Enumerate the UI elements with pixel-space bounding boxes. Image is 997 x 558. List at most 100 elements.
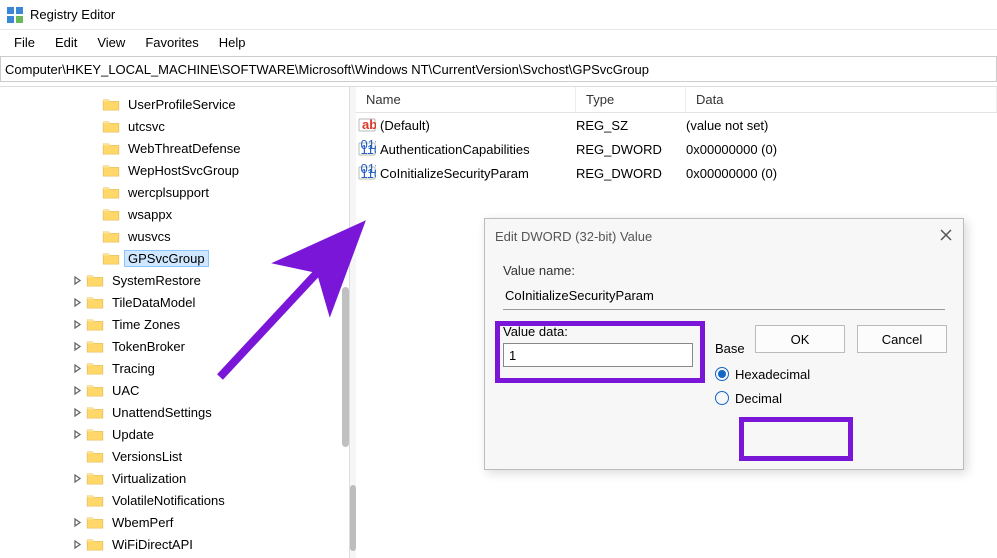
menu-edit[interactable]: Edit <box>45 32 87 53</box>
ok-button[interactable]: OK <box>755 325 845 353</box>
address-bar[interactable] <box>0 56 997 82</box>
tree-item-label[interactable]: Time Zones <box>108 316 184 333</box>
folder-icon <box>86 492 104 508</box>
folder-icon <box>86 404 104 420</box>
tree-item-label[interactable]: UnattendSettings <box>108 404 216 421</box>
tree-item[interactable]: UserProfileService <box>0 93 349 115</box>
tree-item-label[interactable]: Update <box>108 426 158 443</box>
cancel-button[interactable]: Cancel <box>857 325 947 353</box>
dialog-title-bar[interactable]: Edit DWORD (32-bit) Value <box>485 219 963 253</box>
tree-item[interactable]: Tracing <box>0 357 349 379</box>
tree-item[interactable]: Virtualization <box>0 467 349 489</box>
expand-icon[interactable] <box>70 518 84 527</box>
folder-icon <box>86 448 104 464</box>
value-row[interactable]: 011110CoInitializeSecurityParamREG_DWORD… <box>356 161 997 185</box>
tree-item[interactable]: GPSvcGroup <box>0 247 349 269</box>
registry-tree[interactable]: UserProfileService utcsvc WebThreatDefense… <box>0 87 349 558</box>
menu-file[interactable]: File <box>4 32 45 53</box>
tree-item[interactable]: wercplsupport <box>0 181 349 203</box>
tree-item[interactable]: TokenBroker <box>0 335 349 357</box>
value-data-input[interactable] <box>503 343 693 367</box>
close-icon <box>939 228 953 242</box>
folder-icon <box>86 338 104 354</box>
column-type[interactable]: Type <box>576 87 686 112</box>
tree-item[interactable]: wsappx <box>0 203 349 225</box>
value-type: REG_DWORD <box>576 142 686 157</box>
expand-icon[interactable] <box>70 342 84 351</box>
expand-icon[interactable] <box>70 540 84 549</box>
tree-item-label[interactable]: wsappx <box>124 206 176 223</box>
tree-item[interactable]: SystemRestore <box>0 269 349 291</box>
tree-item-label[interactable]: Virtualization <box>108 470 190 487</box>
tree-item-label[interactable]: TokenBroker <box>108 338 189 355</box>
tree-item-label[interactable]: UAC <box>108 382 143 399</box>
tree-pane: UserProfileService utcsvc WebThreatDefense… <box>0 87 350 558</box>
tree-item-label[interactable]: wercplsupport <box>124 184 213 201</box>
expand-icon[interactable] <box>70 386 84 395</box>
expand-icon[interactable] <box>70 430 84 439</box>
tree-item-label[interactable]: WbemPerf <box>108 514 177 531</box>
folder-icon <box>86 426 104 442</box>
dialog-close-button[interactable] <box>939 228 953 245</box>
tree-item[interactable]: utcsvc <box>0 115 349 137</box>
menu-favorites[interactable]: Favorites <box>135 32 208 53</box>
tree-item-label[interactable]: GPSvcGroup <box>124 250 209 267</box>
tree-scroll-thumb[interactable] <box>342 287 349 447</box>
menu-help[interactable]: Help <box>209 32 256 53</box>
value-list[interactable]: ab(Default)REG_SZ(value not set)011110Au… <box>356 113 997 185</box>
column-headers[interactable]: Name Type Data <box>356 87 997 113</box>
tree-item-label[interactable]: utcsvc <box>124 118 169 135</box>
value-name-field[interactable]: CoInitializeSecurityParam <box>503 282 945 310</box>
tree-item[interactable]: UAC <box>0 379 349 401</box>
tree-item[interactable]: Update <box>0 423 349 445</box>
radio-hexadecimal[interactable]: Hexadecimal <box>715 362 935 386</box>
expand-icon[interactable] <box>70 276 84 285</box>
tree-item[interactable]: WiFiDirectAPI <box>0 533 349 555</box>
folder-icon <box>102 184 120 200</box>
tree-item[interactable]: UnattendSettings <box>0 401 349 423</box>
radio-icon <box>715 367 729 381</box>
menu-view[interactable]: View <box>87 32 135 53</box>
tree-item[interactable]: WbemPerf <box>0 511 349 533</box>
tree-item-label[interactable]: Tracing <box>108 360 159 377</box>
tree-item-label[interactable]: WepHostSvcGroup <box>124 162 243 179</box>
tree-scrollbar[interactable] <box>342 87 349 558</box>
column-name[interactable]: Name <box>356 87 576 112</box>
expand-icon[interactable] <box>70 298 84 307</box>
tree-item-label[interactable]: VersionsList <box>108 448 186 465</box>
tree-item[interactable]: VersionsList <box>0 445 349 467</box>
title-bar: Registry Editor <box>0 0 997 30</box>
value-row[interactable]: 011110AuthenticationCapabilitiesREG_DWOR… <box>356 137 997 161</box>
value-type: REG_SZ <box>576 118 686 133</box>
tree-item-label[interactable]: TileDataModel <box>108 294 199 311</box>
folder-icon <box>86 514 104 530</box>
app-icon <box>6 6 24 24</box>
tree-item-label[interactable]: VolatileNotifications <box>108 492 229 509</box>
expand-icon[interactable] <box>70 408 84 417</box>
expand-icon[interactable] <box>70 474 84 483</box>
column-data[interactable]: Data <box>686 87 997 112</box>
tree-item-label[interactable]: WebThreatDefense <box>124 140 245 157</box>
expand-icon[interactable] <box>70 320 84 329</box>
radio-dec-label: Decimal <box>735 391 782 406</box>
tree-item-label[interactable]: SystemRestore <box>108 272 205 289</box>
tree-item[interactable]: WebThreatDefense <box>0 137 349 159</box>
address-input[interactable] <box>5 62 992 77</box>
radio-decimal[interactable]: Decimal <box>715 386 935 410</box>
tree-item-label[interactable]: wusvcs <box>124 228 175 245</box>
menu-bar: File Edit View Favorites Help <box>0 30 997 54</box>
tree-item[interactable]: VolatileNotifications <box>0 489 349 511</box>
tree-item[interactable]: WepHostSvcGroup <box>0 159 349 181</box>
tree-item-label[interactable]: WiFiDirectAPI <box>108 536 197 553</box>
binary-value-icon: 011110 <box>356 140 378 158</box>
folder-icon <box>102 118 120 134</box>
string-value-icon: ab <box>356 116 378 134</box>
value-row[interactable]: ab(Default)REG_SZ(value not set) <box>356 113 997 137</box>
expand-icon[interactable] <box>70 364 84 373</box>
value-type: REG_DWORD <box>576 166 686 181</box>
tree-item[interactable]: Time Zones <box>0 313 349 335</box>
tree-item-label[interactable]: UserProfileService <box>124 96 240 113</box>
tree-item[interactable]: wusvcs <box>0 225 349 247</box>
tree-item[interactable]: TileDataModel <box>0 291 349 313</box>
value-data: 0x00000000 (0) <box>686 166 997 181</box>
